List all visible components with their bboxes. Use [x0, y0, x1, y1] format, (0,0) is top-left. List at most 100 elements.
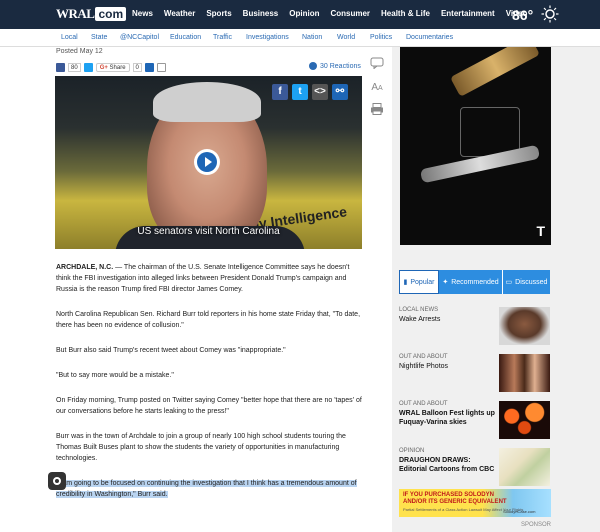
tab-label: Discussed: [515, 278, 548, 286]
story-category: LOCAL NEWS: [399, 307, 439, 313]
star-icon: ✦: [442, 279, 449, 286]
weather-widget[interactable]: 86°: [512, 5, 559, 25]
article-tools: AA: [368, 57, 386, 118]
logo-suffix: com: [95, 7, 127, 21]
paragraph: On Friday morning, Trump posted on Twitt…: [56, 397, 362, 415]
subnav-investigations[interactable]: Investigations: [246, 34, 302, 41]
story-item[interactable]: OUT AND ABOUT WRAL Balloon Fest lights u…: [399, 401, 550, 439]
nav-consumer[interactable]: Consumer: [330, 9, 370, 18]
play-button[interactable]: [194, 149, 220, 175]
embed-icon[interactable]: <>: [312, 84, 328, 100]
story-item[interactable]: OPINION DRAUGHON DRAWS: Editorial Cartoo…: [399, 448, 550, 486]
comment-bubble-icon[interactable]: [370, 57, 384, 72]
sun-icon: [541, 5, 559, 25]
story-headline: Nightlife Photos: [399, 363, 449, 370]
nav-sports[interactable]: Sports: [206, 9, 231, 18]
email-icon[interactable]: [156, 62, 166, 72]
text-size-icon[interactable]: AA: [371, 82, 382, 93]
facebook-icon[interactable]: f: [272, 84, 288, 100]
floating-action-button[interactable]: [48, 472, 66, 490]
highlighted-text: "I am going to be focused on continuing …: [56, 480, 357, 498]
play-icon: [197, 152, 217, 172]
facebook-icon[interactable]: [56, 62, 65, 72]
paragraph: "But to say more would be a mistake.": [56, 372, 174, 379]
story-headline: Wake Arrests: [399, 316, 441, 323]
subnav-education[interactable]: Education: [170, 34, 213, 41]
dateline: ARCHDALE, N.C.: [56, 264, 114, 271]
comment-icon: [309, 62, 317, 70]
story-item[interactable]: OUT AND ABOUT Nightlife Photos: [399, 354, 550, 392]
nav-opinion[interactable]: Opinion: [289, 9, 319, 18]
video-subject-hair: [153, 82, 261, 122]
tab-discussed[interactable]: ▭ Discussed: [502, 270, 550, 294]
wral-logo[interactable]: WRAL com: [56, 6, 127, 22]
story-category: OUT AND ABOUT: [399, 354, 448, 360]
top-navigation-bar: WRAL com News Weather Sports Business Op…: [0, 0, 600, 29]
tab-popular[interactable]: ▮ Popular: [399, 270, 439, 294]
print-icon[interactable]: [370, 103, 384, 118]
ad-banner-knife[interactable]: T: [400, 47, 551, 245]
story-thumbnail: [499, 307, 550, 345]
facebook-count: 80: [68, 62, 81, 72]
video-caption: US senators visit North Carolina: [137, 226, 280, 237]
paragraph: ARCHDALE, N.C. — The chairman of the U.S…: [56, 262, 364, 295]
nav-business[interactable]: Business: [243, 9, 279, 18]
google-plus-icon: G+: [99, 64, 108, 71]
subnav-world[interactable]: World: [337, 34, 370, 41]
ad-site: SolodynCase.com: [503, 509, 536, 514]
story-item[interactable]: LOCAL NEWS Wake Arrests: [399, 307, 550, 345]
chat-icon: ▭: [505, 279, 513, 286]
temperature: 86°: [512, 7, 534, 23]
subnav-state[interactable]: State: [91, 34, 120, 41]
nav-news[interactable]: News: [132, 9, 153, 18]
reactions-label: 30 Reactions: [320, 62, 361, 70]
subnav-local[interactable]: Local: [61, 34, 91, 41]
more-share-icon[interactable]: [144, 62, 154, 72]
twitter-icon[interactable]: [83, 62, 93, 72]
tab-recommended[interactable]: ✦ Recommended: [439, 270, 502, 294]
subnav-politics[interactable]: Politics: [370, 34, 406, 41]
tab-label: Recommended: [451, 278, 499, 286]
share-label: Share: [109, 64, 126, 71]
subnav-documentaries[interactable]: Documentaries: [406, 34, 453, 41]
ad-line: IF YOU PURCHASED SOLODYN: [403, 492, 494, 498]
bar-chart-icon: ▮: [403, 279, 408, 286]
logo-main: WRAL: [56, 6, 95, 21]
paragraph: North Carolina Republican Sen. Richard B…: [56, 311, 361, 329]
nav-entertainment[interactable]: Entertainment: [441, 9, 495, 18]
story-headline: DRAUGHON DRAWS: Editorial Cartoons from …: [399, 457, 495, 473]
posted-date: Posted May 12: [56, 48, 103, 55]
subnav-traffic[interactable]: Traffic: [213, 34, 246, 41]
paragraph: Burr was in the town of Archdale to join…: [56, 433, 346, 462]
story-thumbnail: [499, 401, 550, 439]
highlighted-paragraph: "I am going to be focused on continuing …: [56, 478, 364, 500]
google-share-button[interactable]: G+ Share: [95, 62, 130, 72]
video-share-icons: f t <> ⚯: [272, 84, 348, 100]
ad-banner-solodyn[interactable]: IF YOU PURCHASED SOLODYN AND/OR ITS GENE…: [399, 489, 551, 517]
story-category: OUT AND ABOUT: [399, 401, 448, 407]
video-player[interactable]: by Intelligence f t <> ⚯ US senators vis…: [55, 76, 362, 249]
subnav-nation[interactable]: Nation: [302, 34, 337, 41]
sponsor-label: SPONSOR: [521, 522, 552, 528]
story-thumbnail: [499, 448, 550, 486]
story-thumbnail: [499, 354, 550, 392]
main-nav: News Weather Sports Business Opinion Con…: [132, 9, 527, 18]
article-body: ARCHDALE, N.C. — The chairman of the U.S…: [56, 262, 364, 514]
tab-label: Popular: [410, 278, 435, 286]
share-bar: 80 G+ Share 0: [56, 61, 166, 73]
story-headline: WRAL Balloon Fest lights up Fuquay-Varin…: [399, 410, 495, 426]
share-count: 0: [132, 62, 142, 72]
reactions-link[interactable]: 30 Reactions: [309, 62, 361, 70]
ad-line: AND/OR ITS GENERIC EQUIVALENT: [403, 499, 507, 505]
paragraph: But Burr also said Trump's recent tweet …: [56, 347, 286, 354]
nav-weather[interactable]: Weather: [164, 9, 195, 18]
nav-health-life[interactable]: Health & Life: [381, 9, 430, 18]
subnav-nccapitol[interactable]: @NCCapitol: [120, 34, 170, 41]
twitter-icon[interactable]: t: [292, 84, 308, 100]
circle-icon: [53, 477, 61, 485]
ad-brand-letter: T: [536, 223, 545, 239]
ad-product-handle: [450, 47, 540, 97]
sidebar-tabs: ▮ Popular ✦ Recommended ▭ Discussed: [399, 270, 550, 294]
link-icon[interactable]: ⚯: [332, 84, 348, 100]
sub-navigation: Local State @NCCapitol Education Traffic…: [0, 29, 600, 47]
